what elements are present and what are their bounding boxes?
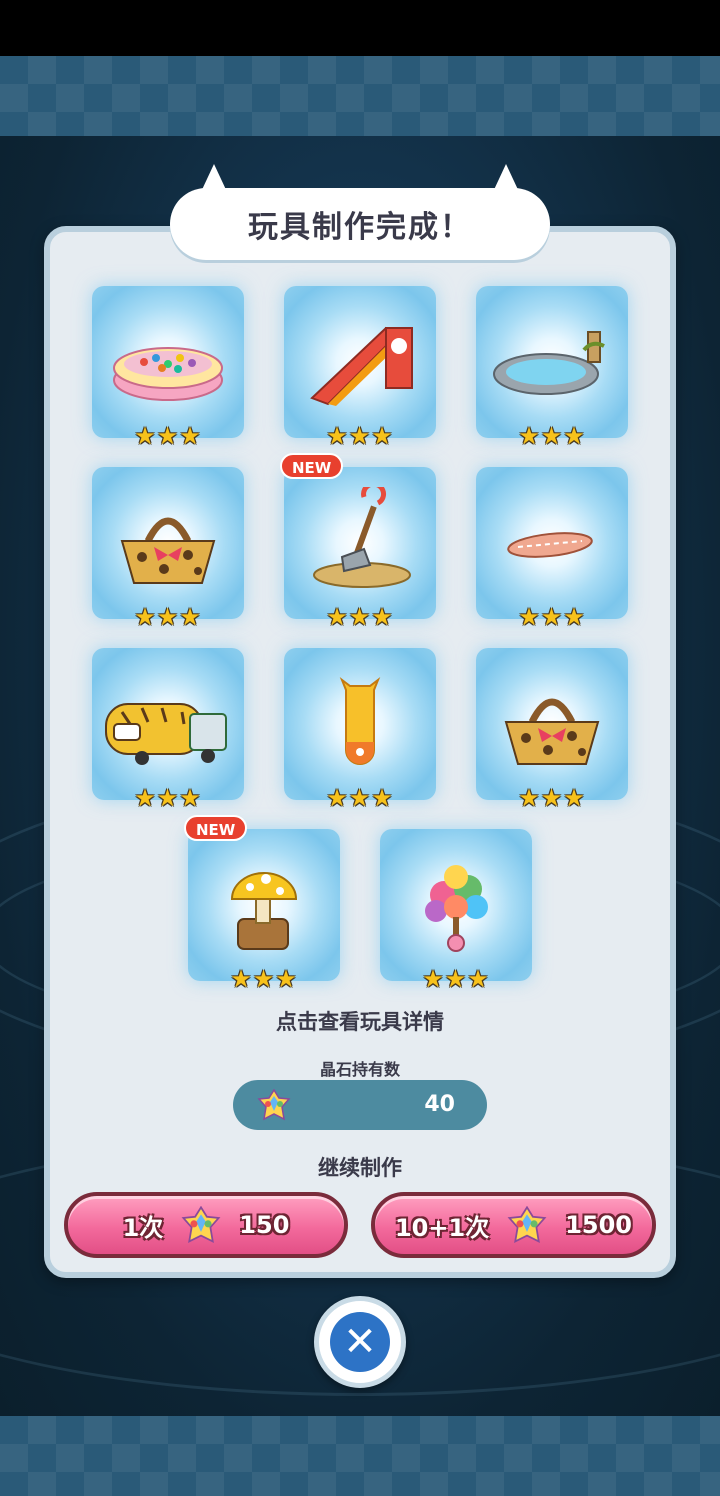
ball-pool-icon: [113, 347, 223, 401]
star-rating: ★★★: [518, 422, 586, 450]
make-eleven-button[interactable]: 10+1次 1500: [371, 1192, 656, 1258]
make-eleven-cost: 1500: [565, 1211, 632, 1239]
star-rating: ★★★: [134, 603, 202, 631]
continue-label: 继续制作: [318, 1156, 402, 1180]
tiger-bus-icon: [105, 703, 227, 765]
star-rating: ★★★: [134, 422, 202, 450]
close-button[interactable]: ✕: [314, 1296, 406, 1388]
toy-card-candy-tree[interactable]: ★★★: [380, 829, 532, 993]
candy-tree-icon: [425, 865, 488, 952]
toy-card-pond[interactable]: ★★★: [476, 286, 628, 450]
star-rating: ★★★: [326, 784, 394, 812]
new-badge: NEW: [280, 453, 344, 479]
crystal-icon: [257, 1089, 291, 1121]
slide-icon: [310, 326, 413, 406]
top-pattern-strip: [0, 56, 720, 136]
toy-card-slide[interactable]: ★★★: [284, 286, 436, 450]
star-rating: ★★★: [518, 603, 586, 631]
tap-hint: 点击查看玩具详情: [276, 1010, 444, 1034]
toy-card-mushroom-stump[interactable]: NEW ★★★: [184, 815, 340, 993]
new-badge: NEW: [184, 815, 248, 841]
toy-card-ball-pool[interactable]: ★★★: [92, 286, 244, 450]
star-rating: ★★★: [422, 965, 490, 993]
make-eleven-label: 10+1次: [394, 1213, 490, 1242]
make-once-label: 1次: [122, 1213, 164, 1242]
star-rating: ★★★: [134, 784, 202, 812]
toy-card-sandbox-shovel[interactable]: NEW ★★★: [280, 453, 436, 631]
crystal-label: 晶石持有数: [319, 1060, 400, 1079]
toy-card-tiger-bus[interactable]: ★★★: [92, 648, 244, 812]
close-icon: ✕: [330, 1312, 390, 1372]
pond-icon: [493, 331, 605, 395]
star-rating: ★★★: [230, 965, 298, 993]
title-tab: 玩具制作完成！: [170, 164, 550, 260]
toy-card-surfboard[interactable]: ★★★: [476, 467, 628, 631]
surfboard-icon: [507, 532, 593, 558]
leopard-basket-icon: [120, 517, 216, 584]
leopard-basket-icon: [504, 698, 600, 765]
crystal-count: 40: [424, 1092, 455, 1117]
toy-card-punching-bag[interactable]: ★★★: [284, 648, 436, 812]
crystal-counter: 40: [233, 1080, 487, 1130]
star-rating: ★★★: [326, 603, 394, 631]
mushroom-stump-icon: [230, 872, 298, 950]
toy-card-leopard-basket[interactable]: ★★★: [92, 467, 244, 631]
make-once-button[interactable]: 1次 150: [64, 1192, 348, 1258]
bottom-pattern-strip: [0, 1416, 720, 1496]
star-rating: ★★★: [326, 422, 394, 450]
sandbox-shovel-icon: [313, 487, 411, 588]
status-bar: [0, 0, 720, 56]
toy-card-leopard-basket-2[interactable]: ★★★: [476, 648, 628, 812]
dialog-title: 玩具制作完成！: [248, 210, 472, 245]
make-once-cost: 150: [239, 1211, 290, 1239]
crystal-icon: [181, 1206, 221, 1244]
punching-bag-icon: [339, 677, 381, 765]
star-rating: ★★★: [518, 784, 586, 812]
crystal-icon: [507, 1206, 547, 1244]
